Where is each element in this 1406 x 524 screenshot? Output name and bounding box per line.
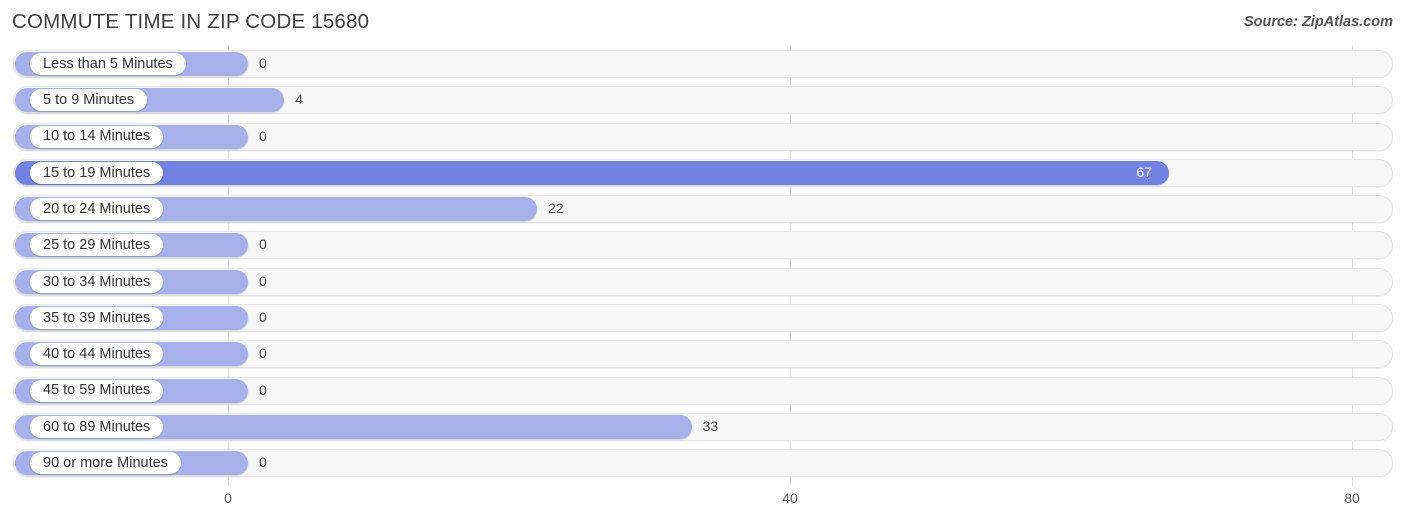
source-attribution: Source: ZipAtlas.com [1243,14,1393,30]
bar-value-label: 4 [295,91,303,108]
bar-label-pill: 45 to 59 Minutes [30,379,164,402]
bar-label-pill: 60 to 89 Minutes [30,415,164,438]
bar-category-label: 60 to 89 Minutes [43,418,151,435]
bar-row: 35 to 39 Minutes 0 [0,300,1406,336]
bar-value-label: 0 [259,345,267,362]
bar-value-label: 0 [259,236,267,253]
bar-row: 30 to 34 Minutes 0 [0,264,1406,300]
x-axis-tick-label: 40 [782,490,798,506]
x-axis: 0 40 80 [0,486,1406,524]
chart-header: COMMUTE TIME IN ZIP CODE 15680 Source: Z… [0,0,1406,46]
bar-row: 10 to 14 Minutes 0 [0,119,1406,155]
bar[interactable] [15,160,1170,185]
bar-category-label: 25 to 29 Minutes [43,237,151,254]
bar-label-pill: 10 to 14 Minutes [30,125,164,148]
bar-value-label: 0 [259,454,267,471]
bar-value-label: 0 [259,55,267,71]
bar-category-label: 40 to 44 Minutes [43,346,151,363]
bar-label-pill: 40 to 44 Minutes [30,343,164,366]
x-axis-tick-label: 80 [1344,490,1360,506]
bar-value-label: 0 [259,309,267,326]
bar-value-label: 0 [259,272,267,289]
bar-category-label: Less than 5 Minutes [43,55,173,72]
bar-category-label: 20 to 24 Minutes [43,200,151,217]
bar-row: 20 to 24 Minutes 22 [0,191,1406,227]
bar-label-pill: 30 to 34 Minutes [30,270,164,293]
bar-category-label: 10 to 14 Minutes [43,128,151,145]
page-title: COMMUTE TIME IN ZIP CODE 15680 [12,10,370,33]
bar-row: 90 or more Minutes 0 [0,445,1406,481]
chart-plot-area: Less than 5 Minutes 0 5 to 9 Minutes 4 10 to… [0,46,1406,486]
bar-value-label: 0 [259,381,267,398]
bar-value-label: 0 [259,127,267,144]
bar-value-label: 67 [1136,163,1152,180]
bar-row: Less than 5 Minutes 0 [0,46,1406,82]
bar-row: 5 to 9 Minutes 4 [0,82,1406,118]
bar-label-pill: 25 to 29 Minutes [30,234,164,257]
bar-value-label: 22 [548,200,564,217]
bar-category-label: 35 to 39 Minutes [43,309,151,326]
bar-rows: Less than 5 Minutes 0 5 to 9 Minutes 4 10 to… [0,46,1406,482]
bar-label-pill: 15 to 19 Minutes [30,161,164,184]
bar-label-pill: 35 to 39 Minutes [30,307,164,330]
bar-label-pill: 20 to 24 Minutes [30,198,164,221]
bar-label-pill: 5 to 9 Minutes [30,89,148,112]
bar-row: 25 to 29 Minutes 0 [0,227,1406,263]
bar-category-label: 5 to 9 Minutes [43,92,135,109]
bar-label-pill: 90 or more Minutes [30,452,181,475]
bar-row: 45 to 59 Minutes 0 [0,373,1406,409]
bar-label-pill: Less than 5 Minutes [30,53,186,75]
bar-value-label: 33 [702,417,719,434]
bar-category-label: 90 or more Minutes [43,455,168,472]
bar-row: 15 to 19 Minutes 67 [0,155,1406,191]
bar-category-label: 15 to 19 Minutes [43,164,151,181]
bar-category-label: 45 to 59 Minutes [43,382,151,399]
x-axis-tick-label: 0 [224,490,232,506]
bar-row: 60 to 89 Minutes 33 [0,409,1406,445]
bar-row: 40 to 44 Minutes 0 [0,336,1406,372]
bar-category-label: 30 to 34 Minutes [43,273,151,290]
